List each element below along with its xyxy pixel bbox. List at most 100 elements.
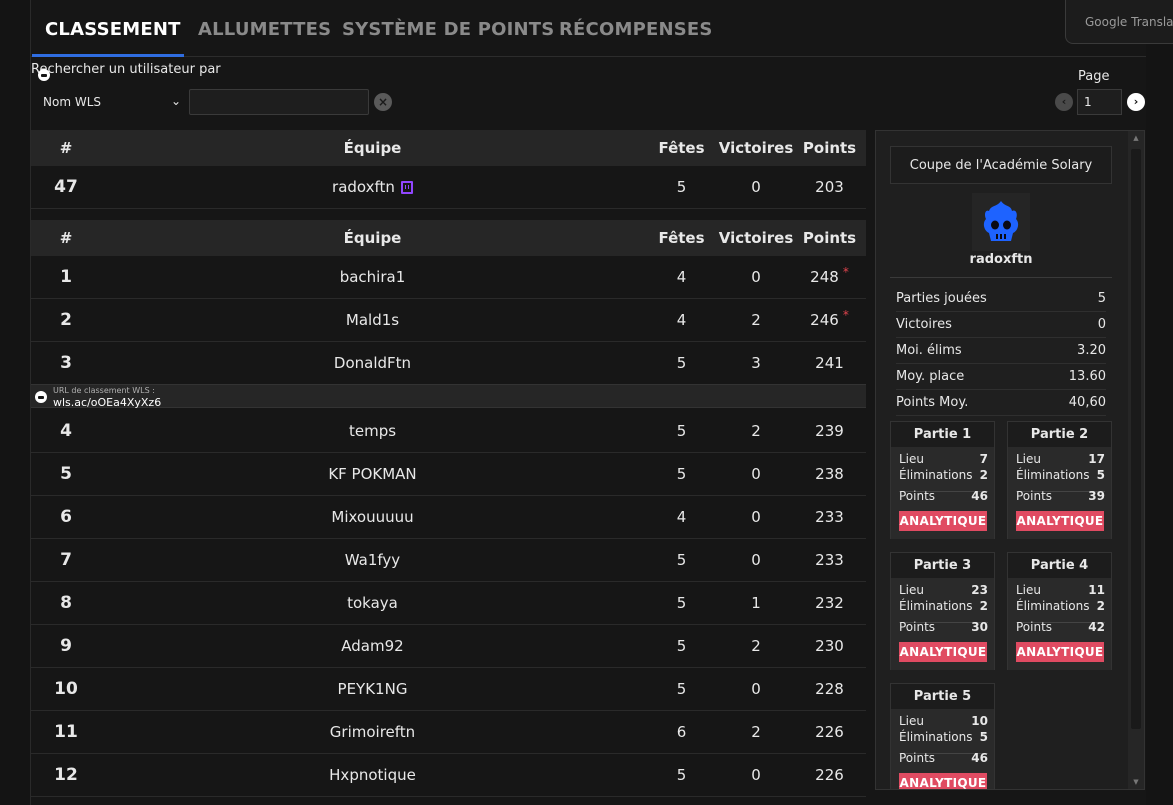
tab-allumettes[interactable]: ALLUMETTES [198,0,331,57]
search-input[interactable] [189,89,369,115]
rank: 9 [60,636,72,656]
google-translate-widget[interactable]: Google Translate [1065,0,1173,44]
elims-value: 2 [979,468,988,482]
table-row[interactable]: 7 Wa1fyy 5 0 233 [31,539,866,582]
team-name[interactable]: radoxftn [332,178,395,196]
lieu-label: Lieu [1016,452,1042,466]
skull-logo-icon [38,69,50,81]
elims-label: Éliminations [1016,599,1090,613]
stat-value: 0 [1097,317,1106,332]
scroll-down-icon[interactable]: ▼ [1131,778,1141,786]
panel-scrollbar[interactable]: ▲ ▼ [1128,131,1144,789]
table-header: # Équipe Fêtes Victoires Points [31,130,866,166]
game-points: Points 46 [899,489,988,503]
team-name[interactable]: DonaldFtn [101,342,644,384]
analytics-button[interactable]: ANALYTIQUE [899,773,987,789]
lieu-value: 23 [971,583,988,597]
asterisk-icon: * [842,265,849,279]
table-row[interactable]: 1 bachira1 4 0 248 * [31,256,866,299]
stat-row: Points Moy. 40,60 [896,390,1106,416]
points-cell: 248 * [793,256,866,298]
table-row[interactable]: 6 Mixouuuuu 4 0 233 [31,496,866,539]
victoires: 3 [751,354,761,372]
stat-label: Moy. place [896,369,965,384]
table-row[interactable]: 10 PEYK1NG 5 0 228 [31,668,866,711]
analytics-button[interactable]: ANALYTIQUE [899,511,987,531]
elims-label: Éliminations [899,730,973,744]
analytics-button[interactable]: ANALYTIQUE [1016,511,1104,531]
analytics-button[interactable]: ANALYTIQUE [1016,642,1104,662]
header-fetes: Fêtes [658,229,705,247]
points-value: 39 [1088,489,1105,503]
current-user-row[interactable]: 47 radoxftn 5 0 203 [31,166,866,209]
page-number-input[interactable] [1077,89,1122,115]
elims-value: 5 [1096,468,1105,482]
skull-logo-icon [35,391,47,403]
points-value: 46 [971,751,988,765]
stat-label: Victoires [896,317,952,332]
stat-row: Moy. place 13.60 [896,364,1106,390]
table-row[interactable]: 4 temps 5 2 239 [31,410,866,453]
player-detail-panel: Coupe de l'Académie Solary radoxftn Part… [875,130,1145,790]
tab-systeme-de-points[interactable]: SYSTÈME DE POINTS [342,0,554,57]
fetes: 5 [676,551,687,569]
rank: 3 [60,353,72,373]
team-name[interactable]: KF POKMAN [101,453,644,495]
next-page-button[interactable]: › [1127,93,1145,111]
clear-search-icon[interactable]: × [374,93,392,111]
points-cell: 246 * [793,299,866,341]
points-cell: 233 [793,539,866,581]
team-name[interactable]: Wa1fyy [101,539,644,581]
scroll-up-icon[interactable]: ▲ [1131,134,1141,142]
player-name: radoxftn [969,252,1033,267]
game-title: Partie 5 [913,688,972,704]
flame-skull-icon [983,201,1019,241]
lieu-label: Lieu [899,583,925,597]
team-name[interactable]: Mald1s [101,299,644,341]
scroll-thumb[interactable] [1131,149,1141,729]
twitch-icon[interactable] [400,180,413,194]
rank: 6 [60,507,72,527]
previous-page-button[interactable]: ‹ [1055,93,1073,111]
analytics-button[interactable]: ANALYTIQUE [899,642,987,662]
team-name[interactable]: Hxpnotique [101,754,644,796]
table-row[interactable]: 2 Mald1s 4 2 246 * [31,299,866,342]
team-name[interactable]: PEYK1NG [101,668,644,710]
team-name[interactable]: tokaya [101,582,644,624]
tab-classement[interactable]: CLASSEMENT [45,0,181,57]
stat-label: Points Moy. [896,395,969,410]
fetes: 5 [676,178,687,196]
table-row[interactable]: 8 tokaya 5 1 232 [31,582,866,625]
game-details: Lieu 10 Éliminations 5 Points 46 ANALYTIQUE [891,709,994,789]
points: 226 [815,723,844,741]
team-name[interactable]: temps [101,410,644,452]
points: 228 [815,680,844,698]
tab-recompenses[interactable]: RÉCOMPENSES [559,0,713,57]
table-row[interactable]: 11 Grimoireftn 6 2 226 [31,711,866,754]
table-row[interactable]: 9 Adam92 5 2 230 [31,625,866,668]
table-row[interactable]: 5 KF POKMAN 5 0 238 [31,453,866,496]
team-name[interactable]: bachira1 [101,256,644,298]
game-card: Partie 3 Lieu 23 Éliminations 2 Points 30 ANALY… [890,552,995,670]
search-type-select[interactable]: Nom WLS ⌄ [31,89,185,115]
search-type-value: Nom WLS [43,95,101,109]
table-row[interactable]: 3 DonaldFtn 5 3 241 [31,342,866,385]
game-elims: Éliminations 2 [899,599,988,613]
rank: 1 [60,267,72,287]
fetes: 5 [676,594,687,612]
game-elims: Éliminations 5 [899,730,988,744]
team-name[interactable]: Grimoireftn [101,711,644,753]
lieu-value: 10 [971,714,988,728]
team-name[interactable]: Mixouuuuu [101,496,644,538]
header-team: Équipe [343,229,402,247]
game-title: Partie 2 [1030,426,1089,442]
stat-label: Moi. élims [896,343,962,358]
url-link[interactable]: wls.ac/oOEa4XyXz6 [53,396,161,409]
game-points: Points 46 [899,751,988,765]
lieu-label: Lieu [899,452,925,466]
game-title: Partie 4 [1030,557,1089,573]
team-name[interactable]: Adam92 [101,625,644,667]
table-row[interactable]: 12 Hxpnotique 5 0 226 [31,754,866,797]
game-lieu: Lieu 11 [1016,583,1105,597]
elims-label: Éliminations [899,468,973,482]
